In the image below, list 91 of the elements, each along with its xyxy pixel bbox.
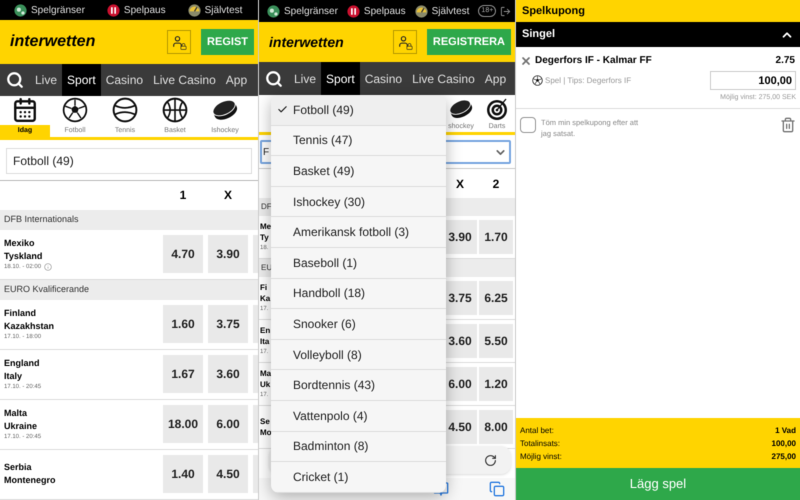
nav-tab[interactable]: Live (289, 62, 322, 95)
dropdown-option[interactable]: Basket (49) (271, 156, 446, 187)
nav-tab[interactable]: Casino (100, 64, 148, 96)
team-name: Ty (260, 232, 269, 242)
column-header: 1 (178, 187, 188, 204)
team-name: Serbia (4, 461, 33, 474)
stake-field[interactable]: 100,00 (710, 71, 796, 90)
team-name: Mo (260, 427, 272, 438)
odds-button[interactable]: 1.40 (163, 455, 203, 494)
odds-button[interactable]: 1.70 (479, 220, 513, 254)
odds-button[interactable]: 6.00 (208, 405, 248, 444)
nav-tab[interactable]: Sport (62, 64, 101, 96)
summary-label: Totalinsats: (520, 438, 560, 450)
dropdown-option[interactable]: Ishockey (30) (271, 186, 446, 218)
safety-link[interactable]: Spelpaus (124, 2, 166, 18)
dropdown-option[interactable]: Snooker (6) (271, 309, 446, 340)
team-name: Uk (260, 378, 270, 390)
dropdown-option[interactable]: Cricket (1) (271, 462, 446, 493)
odds-button[interactable]: 3.60 (208, 355, 248, 394)
dropdown-option[interactable]: Baseboll (1) (271, 248, 446, 279)
team-name: Ukraine (4, 420, 38, 433)
summary-value: 1 Vad (775, 424, 796, 436)
summary-value: 275,00 (772, 450, 796, 462)
safety-link[interactable]: Självtest (204, 2, 242, 18)
team-name: Me (260, 220, 272, 232)
team-name: England (4, 356, 40, 370)
nav-tab[interactable]: App (480, 62, 512, 95)
league-title: EURO Kvalificerande (4, 283, 90, 296)
odds-button[interactable]: 3.75 (443, 281, 477, 315)
logo[interactable]: interwetten (10, 30, 158, 54)
odds-button[interactable]: 3.75 (208, 305, 248, 344)
odds-button[interactable]: 1.67 (163, 355, 203, 394)
odds-button[interactable]: 3.60 (443, 324, 477, 358)
team-name: Ma (260, 368, 272, 378)
team-name: Montenegro (4, 474, 56, 488)
odds-button[interactable]: 1.20 (479, 367, 513, 401)
team-name: Italy (4, 370, 24, 383)
team-name: Malta (4, 406, 28, 420)
safety-link[interactable]: Spelgränser (284, 4, 338, 18)
team-name: Tyskland (4, 250, 44, 263)
odds-button[interactable]: 6.25 (479, 281, 513, 315)
dropdown-option[interactable]: Volleyboll (8) (271, 340, 446, 370)
nav-tab[interactable]: Casino (360, 62, 408, 95)
summary-label: Antal bet: (520, 424, 554, 436)
safety-link[interactable]: Självtest (432, 4, 470, 18)
team-name: Se (260, 416, 270, 427)
team-name: Ita (260, 336, 270, 346)
odds-button[interactable]: 1.60 (163, 305, 203, 344)
team-name: Fi (260, 282, 268, 292)
league-title: DFB Internationals (4, 213, 79, 226)
bet-odds: 2.75 (776, 54, 796, 68)
logo[interactable]: interwetten (269, 32, 383, 52)
odds-button[interactable]: 18.00 (163, 405, 203, 444)
team-name: Ka (260, 292, 270, 304)
nav-tab[interactable]: App (220, 64, 252, 96)
team-name: Mexiko (4, 236, 36, 250)
summary-label: Möjlig vinst: (520, 450, 562, 462)
sport-select[interactable]: Fotboll (49) (6, 148, 252, 174)
dropdown-option[interactable]: Amerikansk fotboll (3) (271, 217, 446, 248)
odds-button[interactable]: 4.70 (163, 235, 203, 274)
odds-button[interactable]: 3.90 (208, 235, 248, 274)
dropdown-option[interactable]: Vattenpolo (4) (271, 400, 446, 432)
odds-button[interactable]: 4.50 (443, 410, 477, 444)
dropdown-option[interactable]: Handboll (18) (271, 278, 446, 310)
dropdown-option[interactable]: Fotboll (49) (271, 95, 446, 126)
odds-button[interactable]: 4.50 (208, 455, 248, 494)
dropdown-option[interactable]: Tennis (47) (271, 126, 446, 156)
dropdown-option[interactable]: Badminton (8) (271, 432, 446, 462)
odds-button[interactable]: 3.90 (443, 220, 477, 254)
league-title: DF (261, 201, 272, 213)
team-name: Kazakhstan (4, 320, 56, 333)
team-name: Finland (4, 306, 37, 320)
nav-tab[interactable]: Live (30, 64, 62, 96)
summary-value: 100,00 (772, 438, 796, 450)
safety-link[interactable]: Spelpaus (364, 4, 406, 18)
tip-text: Spel | Tips: Degerfors IF (545, 74, 632, 86)
team-name: En (260, 324, 270, 336)
odds-button[interactable]: 5.50 (479, 324, 513, 358)
nav-tab[interactable]: Live Casino (407, 62, 480, 95)
match-name: Degerfors IF - Kalmar FF (535, 54, 653, 68)
odds-button[interactable]: 8.00 (479, 410, 513, 444)
dropdown-option[interactable]: Bordtennis (43) (271, 370, 446, 401)
column-header: 2 (492, 176, 500, 192)
nav-tab[interactable]: Live Casino (148, 64, 221, 96)
section-header[interactable]: Singel (516, 22, 800, 47)
betslip-title: Spelkupong (522, 4, 585, 19)
safety-link[interactable]: Spelgränser (31, 2, 85, 18)
nav-tab[interactable]: Sport (321, 62, 360, 95)
column-header: X (222, 187, 233, 204)
odds-button[interactable]: 6.00 (443, 367, 477, 401)
column-header: X (454, 176, 465, 192)
